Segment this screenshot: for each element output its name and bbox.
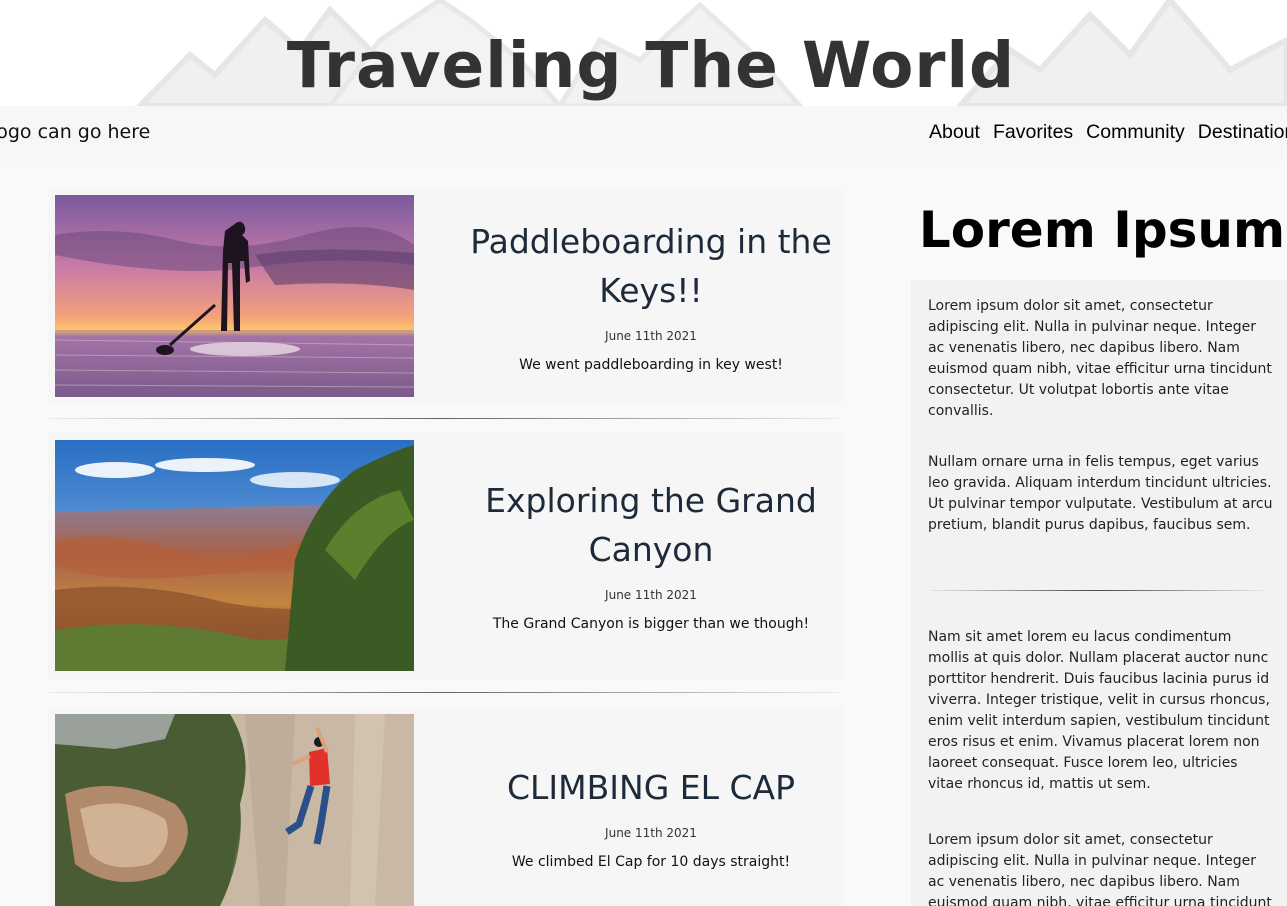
site-header: Traveling The World (0, 0, 1287, 106)
nav-links: About Favorites Community Destinations (929, 121, 1287, 144)
post-date: June 11th 2021 (605, 826, 697, 840)
site-title: Traveling The World (286, 29, 1016, 102)
post-card: Exploring the Grand Canyon June 11th 202… (48, 433, 844, 679)
sidebar-paragraph: Nullam ornare urna in felis tempus, eget… (928, 454, 1273, 533)
sidebar-paragraph: Lorem ipsum dolor sit amet, consectetur … (928, 298, 1272, 419)
logo-placeholder[interactable]: Logo can go here (0, 121, 150, 143)
nav-link-about[interactable]: About (929, 121, 980, 144)
post-body: Paddleboarding in the Keys!! June 11th 2… (458, 217, 844, 373)
post-excerpt: We climbed El Cap for 10 days straight! (511, 854, 791, 870)
post-body: Exploring the Grand Canyon June 11th 202… (458, 476, 844, 632)
sidebar-paragraph: Lorem ipsum dolor sit amet, consectetur … (928, 832, 1272, 906)
sidebar-divider (930, 590, 1263, 591)
post-date: June 11th 2021 (605, 588, 697, 602)
post-date: June 11th 2021 (605, 329, 697, 343)
sidebar-paragraph: Nam sit amet lorem eu lacus condimentum … (928, 629, 1270, 792)
post-title[interactable]: Exploring the Grand Canyon (458, 476, 844, 574)
sidebar: Lorem ipsum dolor sit amet, consectetur … (911, 280, 1287, 906)
nav-link-community[interactable]: Community (1086, 121, 1185, 144)
post-card: CLIMBING EL CAP June 11th 2021 We climbe… (48, 707, 844, 906)
paddleboard-photo[interactable] (55, 195, 414, 397)
grand-canyon-photo[interactable] (55, 440, 414, 671)
post-divider (48, 692, 838, 693)
post-card: Paddleboarding in the Keys!! June 11th 2… (48, 188, 844, 404)
post-body: CLIMBING EL CAP June 11th 2021 We climbe… (458, 763, 844, 870)
main-nav: Logo can go here About Favorites Communi… (0, 106, 1287, 162)
post-excerpt: We went paddleboarding in key west! (519, 357, 783, 373)
post-divider (48, 418, 838, 419)
el-cap-climber-photo[interactable] (55, 714, 414, 906)
nav-link-favorites[interactable]: Favorites (993, 121, 1073, 144)
post-title[interactable]: Paddleboarding in the Keys!! (458, 217, 844, 315)
post-excerpt: The Grand Canyon is bigger than we thoug… (492, 616, 810, 632)
sidebar-heading: Lorem Ipsum (918, 201, 1286, 259)
post-title[interactable]: CLIMBING EL CAP (458, 763, 844, 812)
nav-link-destinations[interactable]: Destinations (1198, 121, 1287, 144)
